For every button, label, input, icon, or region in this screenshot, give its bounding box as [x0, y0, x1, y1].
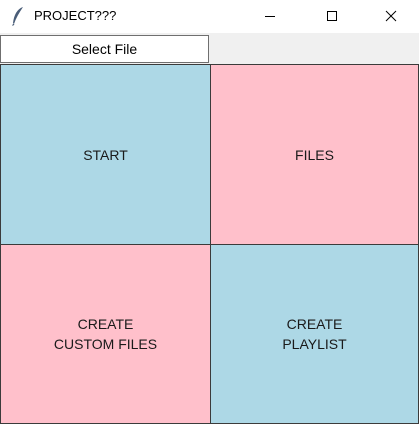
files-button[interactable]: FILES [210, 64, 419, 245]
start-button[interactable]: START [0, 64, 211, 245]
close-icon [385, 7, 397, 26]
window-title: PROJECT??? [34, 8, 117, 23]
maximize-button[interactable] [309, 0, 355, 33]
feather-icon [11, 6, 25, 26]
minimize-icon [264, 7, 276, 26]
select-file-button[interactable]: Select File [0, 35, 209, 63]
minimize-button[interactable] [247, 0, 293, 33]
maximize-icon [326, 7, 338, 26]
close-button[interactable] [368, 0, 414, 33]
toolbar-spacer [211, 35, 419, 63]
create-custom-files-button[interactable]: CREATE CUSTOM FILES [0, 244, 211, 424]
create-playlist-button[interactable]: CREATE PLAYLIST [210, 244, 419, 424]
title-bar: PROJECT??? [0, 0, 419, 33]
